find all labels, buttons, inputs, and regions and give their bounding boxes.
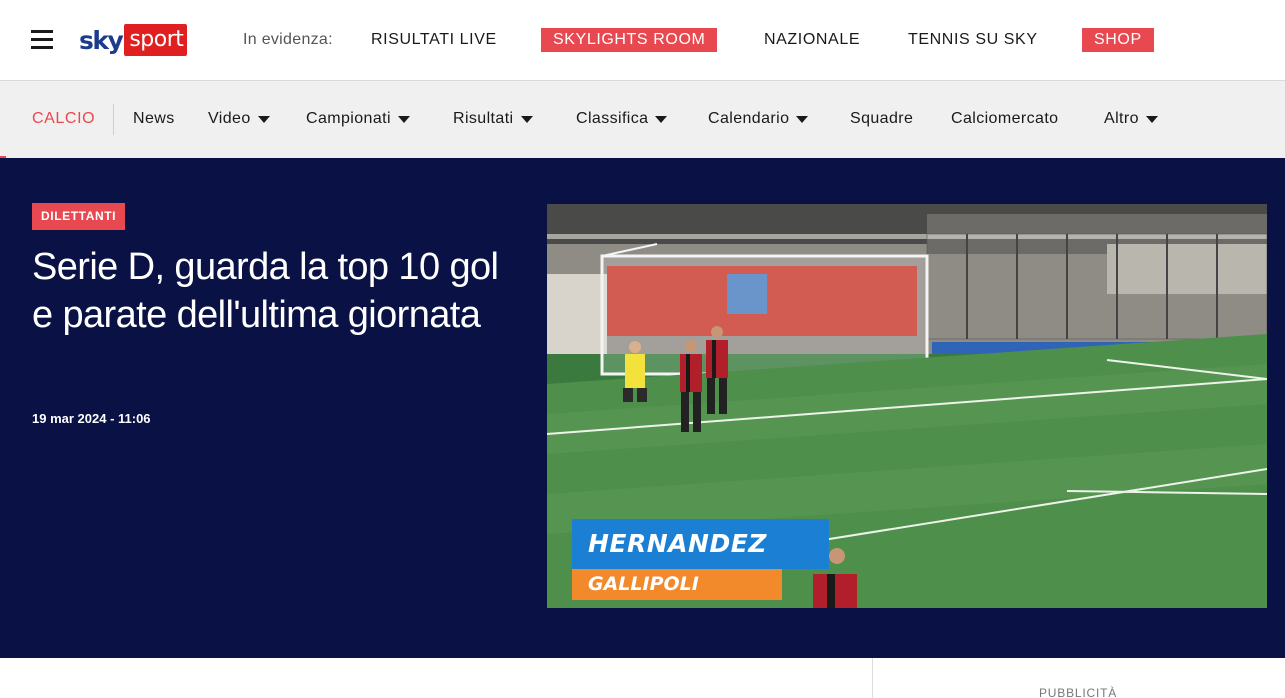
logo-sky-text: sky — [79, 25, 124, 55]
nav-item-label: Calciomercato — [951, 110, 1059, 127]
chevron-down-icon — [796, 116, 809, 123]
sidebar-divider — [872, 658, 873, 698]
nav-item-label: Classifica — [576, 110, 649, 127]
chevron-down-icon — [655, 116, 668, 123]
video-thumbnail[interactable]: HERNANDEZ GALLIPOLI — [547, 204, 1267, 608]
ad-label: PUBBLICITÀ — [1039, 686, 1118, 698]
nav-item-risultati[interactable]: Risultati — [453, 110, 533, 128]
nav-item-label: Squadre — [850, 110, 914, 127]
chevron-down-icon — [397, 116, 410, 123]
sky-sport-logo[interactable]: sky sport — [79, 24, 188, 56]
highlight-label: In evidenza: — [243, 31, 333, 48]
nav-item-classifica[interactable]: Classifica — [576, 110, 668, 128]
nav-item-label: News — [133, 110, 175, 127]
nav-item-label: Calendario — [708, 110, 790, 127]
menu-icon[interactable] — [31, 30, 53, 50]
section-nav-divider — [113, 104, 114, 135]
chevron-down-icon — [520, 116, 533, 123]
nav-item-altro[interactable]: Altro — [1104, 110, 1158, 128]
nav-item-label: Video — [208, 110, 251, 127]
top-link-tennis-su-sky[interactable]: TENNIS SU SKY — [908, 31, 1038, 49]
top-link-skylights-room[interactable]: SKYLIGHTS ROOM — [541, 28, 718, 52]
nav-item-label: Risultati — [453, 110, 514, 127]
category-badge[interactable]: DILETTANTI — [32, 203, 126, 230]
nav-item-label: Campionati — [306, 110, 391, 127]
nav-item-video[interactable]: Video — [208, 110, 270, 128]
nav-item-campionati[interactable]: Campionati — [306, 110, 410, 128]
logo-sport-text: sport — [124, 24, 188, 56]
team-name-caption: GALLIPOLI — [572, 569, 782, 600]
section-title-calcio[interactable]: CALCIO — [32, 110, 95, 128]
top-link-risultati-live[interactable]: RISULTATI LIVE — [371, 31, 497, 49]
nav-item-calciomercato[interactable]: Calciomercato — [951, 110, 1058, 128]
video-caption: HERNANDEZ GALLIPOLI — [572, 519, 829, 600]
nav-item-news[interactable]: News — [133, 110, 175, 128]
nav-item-calendario[interactable]: Calendario — [708, 110, 809, 128]
article-headline: Serie D, guarda la top 10 gol e parate d… — [32, 246, 499, 336]
article-timestamp: 19 mar 2024 - 11:06 — [32, 411, 151, 426]
player-name-caption: HERNANDEZ — [572, 519, 829, 569]
top-link-nazionale[interactable]: NAZIONALE — [764, 31, 860, 49]
nav-item-label: Altro — [1104, 110, 1139, 127]
chevron-down-icon — [1145, 116, 1158, 123]
nav-item-squadre[interactable]: Squadre — [850, 110, 913, 128]
top-link-shop[interactable]: SHOP — [1082, 28, 1154, 52]
chevron-down-icon — [257, 116, 270, 123]
